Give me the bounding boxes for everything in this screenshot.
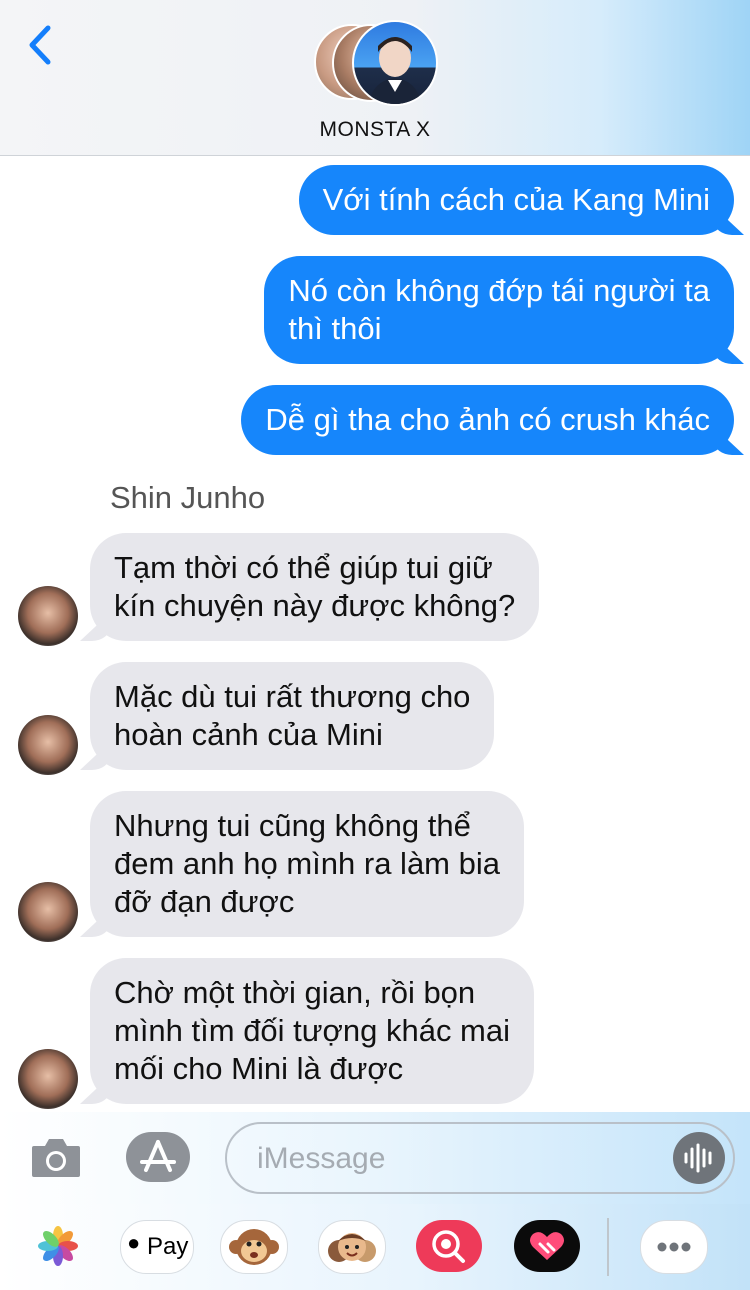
message-text: kín chuyện này được không? [114,588,516,623]
apple-pay-icon: ● [127,1230,141,1255]
message-text: Với tính cách của Kang Mini [322,182,710,217]
audio-waveform-icon [684,1143,712,1173]
message-text: Nó còn không đớp tái người ta [288,273,710,308]
member-portrait [368,37,422,104]
message-text: Dễ gì tha cho ảnh có crush khác [265,402,710,437]
sender-avatar[interactable] [18,882,78,942]
sender-name: Shin Junho [110,480,266,515]
message-text: đỡ đạn được [114,884,295,919]
group-avatars[interactable] [314,20,438,106]
apple-pay-label: Pay [147,1233,189,1260]
conversation-header: MONSTA X [0,0,750,156]
message-bubble-incoming[interactable]: Chờ một thời gian, rồi bọn mình tìm đối … [90,958,535,1104]
back-button[interactable] [22,22,62,68]
message-bubble-outgoing[interactable]: Nó còn không đớp tái người ta thì thôi [264,256,734,364]
message-text: thì thôi [288,311,382,346]
message-bubble-outgoing[interactable]: Với tính cách của Kang Mini [298,165,734,235]
message-bubble-outgoing[interactable]: Dễ gì tha cho ảnh có crush khác [241,385,734,455]
imessage-input[interactable] [255,1136,659,1182]
audio-record-button[interactable] [673,1132,725,1184]
app-drawer: ● Pay [0,1204,750,1290]
memoji-app[interactable] [318,1220,386,1274]
more-apps-icon [657,1242,691,1252]
app-store-icon [140,1140,176,1172]
group-title[interactable]: MONSTA X [0,118,750,142]
message-text: mình tìm đối tượng khác mai [114,1013,511,1048]
message-composer [0,1112,750,1204]
chevron-left-icon [29,25,51,65]
message-text: Tạm thời có thể giúp tui giữ [114,550,493,585]
camera-button[interactable] [30,1134,82,1180]
image-search-app[interactable] [416,1220,482,1272]
photos-icon [38,1226,78,1266]
apps-button[interactable] [126,1132,190,1182]
image-search-icon [432,1230,465,1263]
apple-pay-app[interactable]: ● Pay [120,1220,194,1274]
drawer-divider [607,1218,609,1276]
memoji-icon [328,1233,376,1262]
message-bubble-incoming[interactable]: Mặc dù tui rất thương cho hoàn cảnh của … [90,662,495,770]
sender-avatar[interactable] [18,1049,78,1109]
message-text: mối cho Mini là được [114,1051,404,1086]
message-text: Mặc dù tui rất thương cho [114,679,471,714]
digital-touch-app[interactable] [514,1220,580,1272]
message-text: hoàn cảnh của Mini [114,717,383,752]
photos-app[interactable] [32,1220,84,1272]
message-bubble-incoming[interactable]: Tạm thời có thể giúp tui giữ kín chuyện … [90,533,540,641]
camera-icon [32,1139,80,1177]
sender-avatar[interactable] [18,586,78,646]
message-text: Chờ một thời gian, rồi bọn [114,975,476,1010]
message-text: Nhưng tui cũng không thể [114,808,471,843]
animoji-monkey-icon [229,1229,279,1265]
imessage-input-container[interactable] [225,1122,735,1194]
animoji-app[interactable] [220,1220,288,1274]
sender-avatar[interactable] [18,715,78,775]
message-bubble-incoming[interactable]: Nhưng tui cũng không thể đem anh họ mình… [90,791,524,937]
message-text: đem anh họ mình ra làm bia [114,846,500,881]
member-avatar [352,20,438,106]
digital-touch-icon [530,1232,564,1260]
more-apps-button[interactable] [640,1220,708,1274]
